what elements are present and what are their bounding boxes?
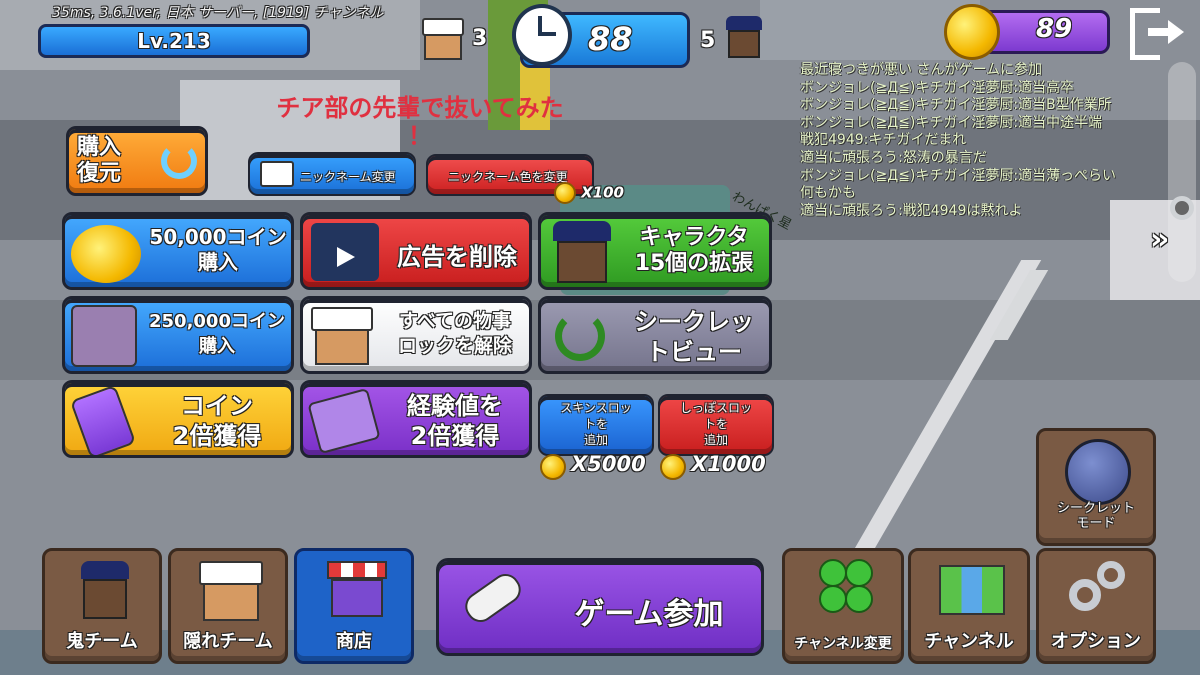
battery-icon [69, 384, 137, 455]
chat-line: 何もかも [800, 185, 856, 202]
purchase-restore-label: 購入 復元 [77, 135, 122, 186]
coin-value: 89 [1036, 14, 1073, 44]
chat-line: ボンジョレ(≧Д≦)キチガイ淫夢厨:適当B型作業所 [800, 97, 1112, 114]
channel-label: チャンネル [924, 631, 1014, 652]
refresh-icon [161, 143, 197, 179]
chat-expand-chevron-icon[interactable]: » [1150, 222, 1169, 257]
secret-view-button[interactable]: シークレッ トビュー [538, 296, 772, 374]
chat-log: 最近寝つきが悪い さんがゲームに参加 ボンジョレ(≧Д≦)キチガイ淫夢厨:適当高… [800, 62, 1180, 220]
unlock-props-button[interactable]: すべての物事 ロックを解除 [300, 296, 532, 374]
exit-button[interactable] [1124, 4, 1190, 62]
book-icon [307, 387, 381, 455]
unlock-props-label: すべての物事 ロックを解除 [397, 310, 512, 357]
coin-pile-icon [71, 225, 141, 283]
stopwatch-icon [512, 4, 572, 66]
banner-line1: チア部の先輩で抜いてみた [276, 94, 564, 122]
moon-icon [1065, 439, 1131, 505]
level-bar: Lv.213 [38, 24, 310, 58]
character-expand-button[interactable]: キャラクタ 15個の拡張 [538, 212, 772, 290]
seeker-count: 5 [700, 28, 716, 53]
tail-slot-button[interactable]: しっぽスロッ トを 追加 [658, 394, 774, 456]
coin-double-label: コイン 2倍獲得 [172, 392, 262, 450]
nickname-change-button[interactable]: ニックネーム変更 [248, 152, 416, 196]
banner-text: チア部の先輩で抜いてみた ！ [250, 94, 590, 150]
remove-ads-label: 広告を削除 [397, 243, 517, 271]
chat-line: ボンジョレ(≧Д≦)キチガイ淫夢厨:適当中途半端 [800, 114, 1103, 131]
skin-slot-button[interactable]: スキンスロッ トを 追加 [538, 394, 654, 456]
channel-button[interactable]: チャンネル [908, 548, 1030, 664]
coin-double-button[interactable]: コイン 2倍獲得 [62, 380, 294, 458]
seeker-character-icon [81, 561, 129, 621]
box-icon [311, 307, 373, 367]
coin-icon [660, 453, 686, 480]
oni-team-button[interactable]: 鬼チーム [42, 548, 162, 664]
buy-50000-coins-label: 50,000コイン 購入 [149, 225, 287, 274]
buy-50000-coins-button[interactable]: 50,000コイン 購入 [62, 212, 294, 290]
server-info-text: 35ms, 3.6.1ver, 日本 サーバー, [1919] チャンネル [52, 5, 384, 21]
laurel-icon [555, 311, 605, 361]
coin-icon [554, 182, 576, 204]
level-text: Lv.213 [137, 29, 211, 53]
hide-team-label: 隠れチーム [183, 631, 273, 652]
clover-icon [819, 559, 875, 615]
secret-mode-button[interactable]: シークレット モード [1036, 428, 1156, 546]
exp-double-label: 経験値を 2倍獲得 [407, 392, 503, 450]
secret-view-label: シークレッ トビュー [634, 308, 754, 366]
scroll-icon [459, 568, 527, 628]
tail-slot-price: X1000 [660, 452, 766, 480]
skin-slot-price: X5000 [540, 452, 646, 480]
join-game-label: ゲーム参加 [574, 597, 724, 632]
seeker-character-icon [553, 221, 611, 285]
map-icon [939, 565, 1005, 615]
hide-team-button[interactable]: 隠れチーム [168, 548, 288, 664]
coin-icon [540, 453, 566, 480]
id-card-icon [260, 161, 294, 187]
remove-ads-button[interactable]: 広告を削除 [300, 212, 532, 290]
secret-mode-label: シークレット モード [1056, 501, 1135, 531]
clapperboard-icon [311, 223, 379, 281]
tail-slot-label: しっぽスロッ トを 追加 [679, 401, 752, 447]
gear-icon [1170, 196, 1194, 220]
coin-icon [944, 4, 1000, 60]
join-game-button[interactable]: ゲーム参加 [436, 558, 764, 656]
box-icon [420, 16, 466, 62]
chat-line: 適当に頑張ろう:戦犯4949は黙れよ [800, 202, 1023, 219]
buy-250000-coins-label: 250,000コイン 購入 [149, 311, 285, 357]
box-icon [199, 561, 263, 623]
shop-tab-button[interactable]: 商店 [294, 548, 414, 664]
oni-team-label: 鬼チーム [66, 631, 138, 652]
channel-change-button[interactable]: チャンネル変更 [782, 548, 904, 664]
channel-change-label: チャンネル変更 [794, 636, 892, 652]
buy-250000-coins-button[interactable]: 250,000コイン 購入 [62, 296, 294, 374]
chat-line: 最近寝つきが悪い さんがゲームに参加 [800, 62, 1043, 78]
nickname-change-label: ニックネーム変更 [300, 170, 396, 184]
options-label: オプション [1051, 631, 1141, 652]
box-count: 3 [472, 26, 488, 51]
chat-line: 適当に頑張ろう:怒涛の暴言だ [800, 149, 987, 166]
timer-value: 88 [588, 20, 633, 58]
character-expand-label: キャラクタ 15個の拡張 [634, 225, 754, 276]
exp-double-button[interactable]: 経験値を 2倍獲得 [300, 380, 532, 458]
purchase-restore-button[interactable]: 購入 復元 [66, 126, 208, 196]
skin-slot-label: スキンスロッ トを 追加 [560, 401, 632, 447]
gears-icon [1069, 561, 1129, 621]
banner-line2: ！ [408, 122, 432, 150]
seeker-icon [726, 16, 762, 60]
shop-tab-label: 商店 [336, 631, 372, 652]
chat-line: ボンジョレ(≧Д≦)キチガイ淫夢厨:適当高卒 [800, 79, 1075, 96]
chat-line: ボンジョレ(≧Д≦)キチガイ淫夢厨:適当薄っぺらい [800, 167, 1117, 184]
options-button[interactable]: オプション [1036, 548, 1156, 664]
nickname-color-price: X100 [554, 182, 624, 204]
shop-stall-icon [327, 561, 387, 619]
nickname-color-label: ニックネーム色を変更 [448, 170, 568, 184]
vault-icon [71, 305, 137, 367]
chat-scroll-handle[interactable] [1168, 62, 1196, 282]
chat-line: 戦犯4949:キチガイだまれ [800, 132, 967, 149]
